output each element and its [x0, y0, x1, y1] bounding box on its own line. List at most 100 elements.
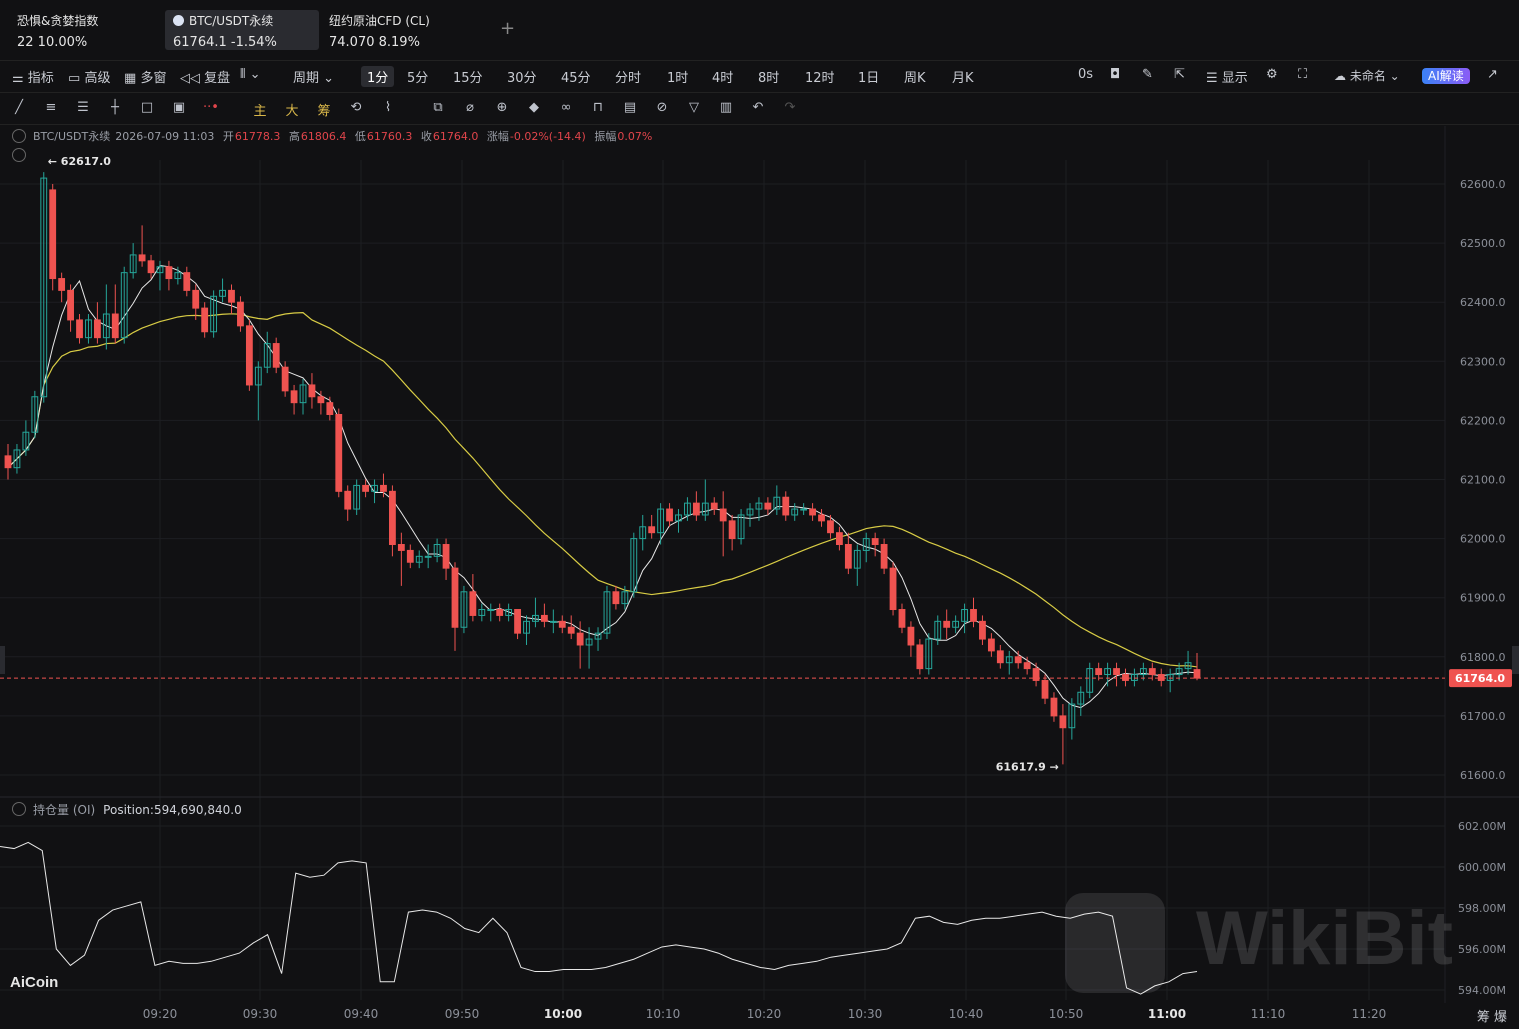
candle-body [317, 396, 325, 404]
last-price-label: 61764.0 [1455, 672, 1505, 685]
candle-body [49, 189, 57, 280]
candle-body [469, 591, 477, 616]
y-tick-label: 61900.0 [1460, 592, 1506, 605]
candle-body [1023, 662, 1031, 670]
oi-tick-label: 602.00M [1458, 820, 1506, 833]
candle-body [406, 549, 414, 563]
candle-body [58, 278, 66, 291]
candle-body [612, 591, 620, 605]
x-tick-label: 09:40 [344, 1007, 379, 1021]
oi-tick-label: 598.00M [1458, 902, 1506, 915]
candle-body [397, 544, 405, 551]
candle-body [943, 620, 951, 628]
candle-body [576, 632, 584, 646]
x-tick-label: 11:10 [1251, 1007, 1286, 1021]
candle-body [987, 638, 995, 652]
x-tick-label: 09:50 [445, 1007, 480, 1021]
y-tick-label: 62600.0 [1460, 178, 1506, 191]
candle-body [558, 620, 566, 628]
candle-body [326, 402, 334, 415]
bottom-tools[interactable]: 筹 爆 [1477, 1006, 1507, 1025]
candle-body [970, 609, 977, 622]
candle-body [979, 620, 986, 640]
x-tick-label: 11:00 [1148, 1007, 1186, 1021]
candle-body [245, 325, 253, 386]
candle-body [93, 319, 101, 339]
candle-body [1050, 697, 1058, 717]
candle-body [1113, 668, 1120, 676]
candle-body [549, 620, 557, 623]
y-tick-label: 62400.0 [1460, 296, 1506, 309]
oi-tick-label: 596.00M [1458, 943, 1506, 956]
scroll-right-handle[interactable] [1512, 646, 1519, 674]
candle-body [281, 366, 289, 392]
candle-body [487, 609, 495, 612]
candle-body [827, 520, 834, 534]
y-tick-label: 62500.0 [1460, 237, 1506, 250]
y-tick-label: 62100.0 [1460, 474, 1506, 487]
y-tick-label: 61600.0 [1460, 769, 1506, 782]
price-chart[interactable]: 62600.0 62500.0 62400.0 62300.0 62200.0 62100… [0, 0, 1519, 1029]
y-tick-label: 62300.0 [1460, 355, 1506, 368]
candle-body [692, 502, 700, 516]
candle-body [996, 650, 1004, 664]
candle-body [290, 390, 298, 404]
candle-body [380, 484, 387, 492]
candle-body [165, 266, 173, 280]
candle-body [514, 609, 521, 634]
candle-body [344, 490, 352, 510]
x-tick-label: 10:30 [848, 1007, 883, 1021]
candle-body [782, 496, 790, 516]
y-tick-label: 62000.0 [1460, 533, 1506, 546]
candle-body [844, 544, 852, 569]
y-tick-label: 61700.0 [1460, 710, 1506, 723]
candle-body [308, 384, 316, 398]
x-tick-label: 11:20 [1352, 1007, 1387, 1021]
candle-body [836, 532, 843, 546]
candle-body [147, 260, 155, 274]
candle-body [1095, 668, 1103, 676]
candle-body [648, 526, 656, 534]
oi-tick-label: 600.00M [1458, 861, 1506, 874]
oi-info: 持仓量 (OI) Position:594,690,840.0 [33, 803, 242, 817]
x-tick-label: 10:10 [646, 1007, 681, 1021]
candle-body [1059, 715, 1067, 729]
scroll-left-handle[interactable] [0, 646, 5, 674]
ma-slow-line [7, 312, 1198, 668]
candle-body [201, 307, 209, 333]
x-tick-label: 09:30 [243, 1007, 278, 1021]
y-tick-label: 61800.0 [1460, 651, 1506, 664]
x-tick-label: 10:20 [747, 1007, 782, 1021]
candle-body [1032, 668, 1040, 681]
x-tick-label: 10:50 [1049, 1007, 1084, 1021]
candle-body [728, 520, 736, 540]
candle-body [335, 413, 343, 492]
candle-body [666, 508, 673, 522]
collapse-icon[interactable] [12, 802, 26, 816]
candle-body [67, 289, 74, 321]
y-tick-label: 62200.0 [1460, 414, 1506, 427]
candle-body [889, 567, 897, 611]
aicoin-logo: AiCoin [10, 974, 59, 991]
candle-body [1041, 679, 1049, 699]
candle-body [1193, 669, 1201, 679]
candle-body [237, 301, 244, 327]
candle-body [800, 508, 808, 511]
candle-body [818, 514, 825, 522]
candle-body [228, 289, 235, 303]
x-tick-label: 10:00 [544, 1007, 582, 1021]
ma-fast-line [7, 265, 1198, 709]
candle-body [1014, 656, 1022, 664]
candle-body [809, 508, 816, 516]
x-tick-label: 09:20 [143, 1007, 178, 1021]
candle-body [567, 626, 575, 634]
candle-body [764, 502, 772, 510]
candle-body [272, 343, 280, 368]
candle-body [442, 544, 450, 569]
candle-body [111, 313, 119, 339]
candle-body [1157, 674, 1165, 681]
min-price-label: 61617.9 → [996, 760, 1059, 773]
x-tick-label: 10:40 [949, 1007, 984, 1021]
oi-tick-label: 594.00M [1458, 984, 1506, 997]
candle-body [719, 508, 727, 522]
